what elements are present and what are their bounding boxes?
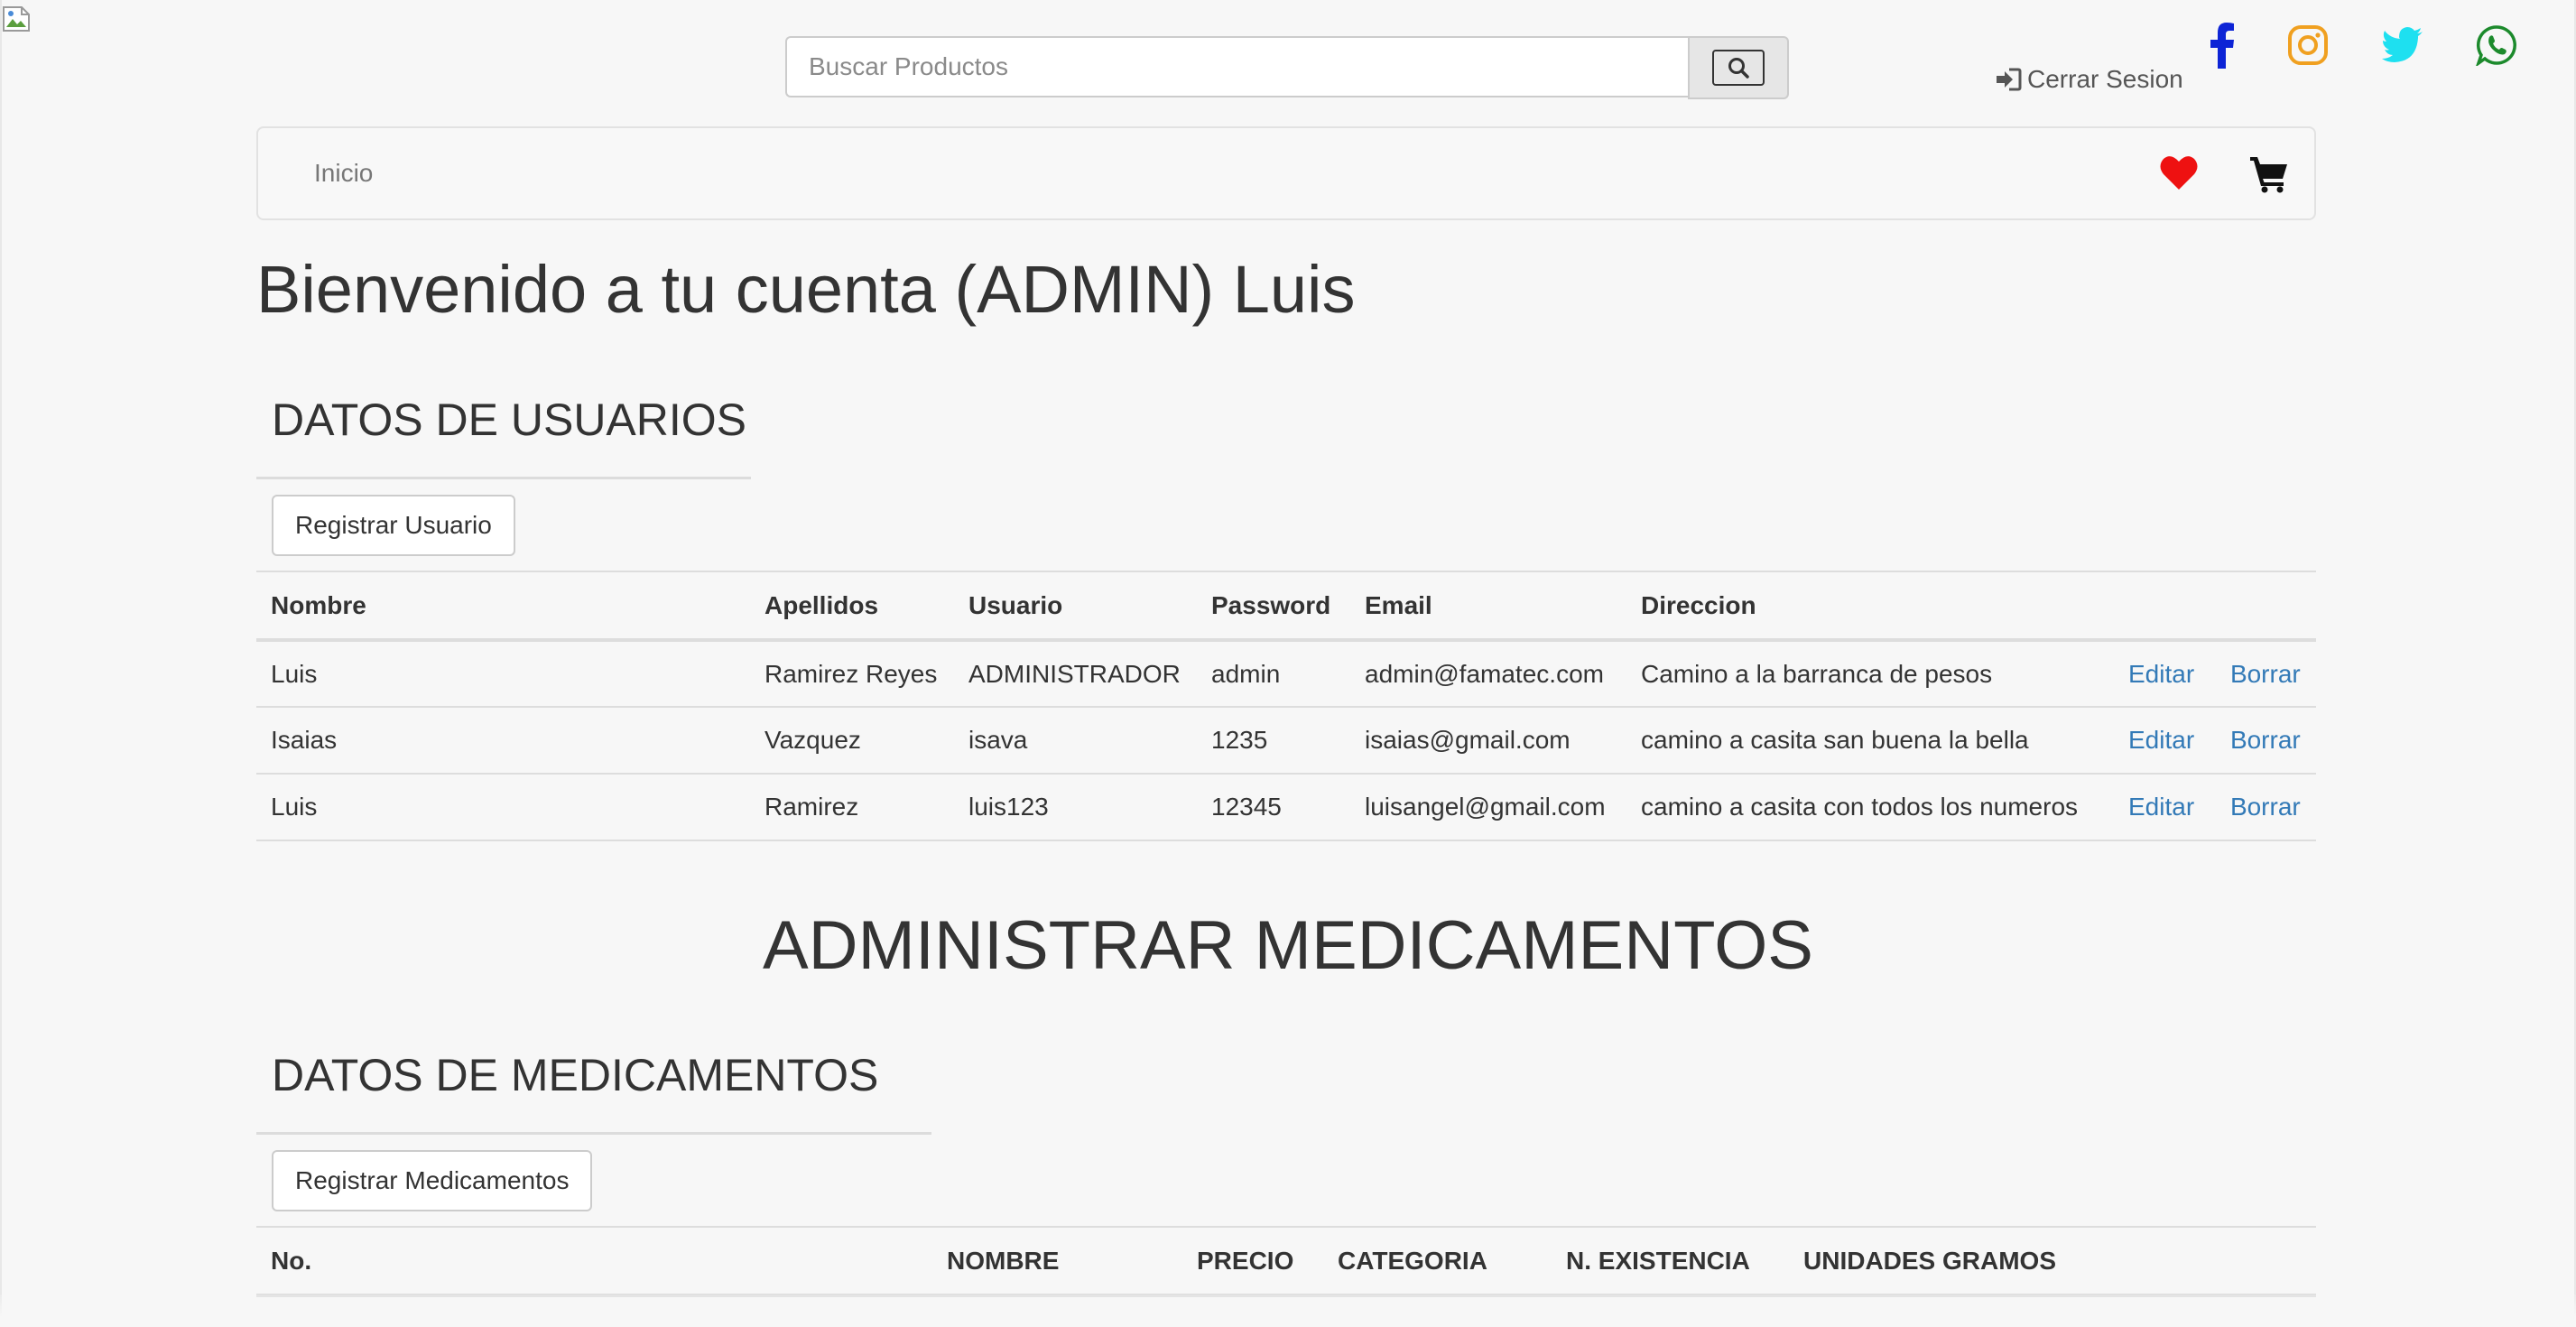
cell-usuario: luis123 bbox=[954, 774, 1197, 841]
col-header-apellidos: Apellidos bbox=[750, 571, 954, 642]
heart-icon[interactable] bbox=[2159, 153, 2199, 191]
delete-link[interactable]: Borrar bbox=[2230, 793, 2301, 821]
table-row: Luis Ramirez Reyes ADMINISTRADOR admin a… bbox=[256, 640, 2316, 708]
register-user-button[interactable]: Registrar Usuario bbox=[272, 495, 515, 556]
col-header-actions bbox=[2114, 571, 2316, 642]
col-header-categoria: CATEGORIA bbox=[1323, 1226, 1552, 1297]
whatsapp-icon[interactable] bbox=[2471, 20, 2522, 70]
meds-title-divider bbox=[256, 1132, 931, 1135]
col-header-precio: PRECIO bbox=[1182, 1226, 1323, 1297]
cell-email: luisangel@gmail.com bbox=[1350, 774, 1626, 841]
table-row: Isaias Vazquez isava 1235 isaias@gmail.c… bbox=[256, 707, 2316, 775]
cell-password: admin bbox=[1197, 640, 1350, 708]
bottom-fade bbox=[0, 1295, 2576, 1327]
search-input[interactable] bbox=[785, 36, 1688, 97]
users-table: Nombre Apellidos Usuario Password Email … bbox=[256, 571, 2316, 841]
cell-usuario: isava bbox=[954, 707, 1197, 775]
col-header-existencia: N. EXISTENCIA bbox=[1552, 1226, 1789, 1297]
cell-nombre: Luis bbox=[256, 774, 750, 841]
col-header-usuario: Usuario bbox=[954, 571, 1197, 642]
col-header-nombre: Nombre bbox=[256, 571, 750, 642]
col-header-direccion: Direccion bbox=[1626, 571, 2114, 642]
instagram-icon[interactable] bbox=[2283, 20, 2333, 70]
table-row: Luis Ramirez luis123 12345 luisangel@gma… bbox=[256, 774, 2316, 841]
delete-link[interactable]: Borrar bbox=[2230, 660, 2301, 688]
admin-meds-heading: ADMINISTRAR MEDICAMENTOS bbox=[762, 907, 1813, 984]
cell-password: 1235 bbox=[1197, 707, 1350, 775]
logout-label: Cerrar Sesion bbox=[2027, 65, 2183, 93]
meds-table-header: No. NOMBRE PRECIO CATEGORIA N. EXISTENCI… bbox=[256, 1226, 2316, 1297]
register-meds-button[interactable]: Registrar Medicamentos bbox=[272, 1150, 593, 1211]
twitter-icon[interactable] bbox=[2377, 20, 2428, 70]
delete-link[interactable]: Borrar bbox=[2230, 726, 2301, 754]
nav-home-link[interactable]: Inicio bbox=[314, 159, 373, 188]
cell-direccion: camino a casita con todos los numeros bbox=[1626, 774, 2114, 841]
cell-apellidos: Ramirez bbox=[750, 774, 954, 841]
cell-apellidos: Ramirez Reyes bbox=[750, 640, 954, 708]
broken-image-icon bbox=[3, 6, 30, 32]
cell-password: 12345 bbox=[1197, 774, 1350, 841]
users-section-title: DATOS DE USUARIOS bbox=[272, 394, 747, 445]
cell-apellidos: Vazquez bbox=[750, 707, 954, 775]
cell-nombre: Luis bbox=[256, 640, 750, 708]
col-header-email: Email bbox=[1350, 571, 1626, 642]
sign-in-icon bbox=[1997, 68, 2022, 91]
cell-direccion: camino a casita san buena la bella bbox=[1626, 707, 2114, 775]
search-group bbox=[785, 36, 1789, 99]
cell-actions: Editar Borrar bbox=[2114, 774, 2316, 841]
users-table-header: Nombre Apellidos Usuario Password Email … bbox=[256, 571, 2316, 642]
cell-email: isaias@gmail.com bbox=[1350, 707, 1626, 775]
col-header-actions bbox=[2102, 1226, 2316, 1297]
facebook-icon[interactable] bbox=[2197, 20, 2247, 70]
cell-email: admin@famatec.com bbox=[1350, 640, 1626, 708]
logout-link[interactable]: Cerrar Sesion bbox=[1995, 65, 2183, 94]
edit-link[interactable]: Editar bbox=[2128, 793, 2194, 821]
meds-section-title: DATOS DE MEDICAMENTOS bbox=[272, 1050, 879, 1100]
search-button[interactable] bbox=[1688, 36, 1789, 99]
cart-icon[interactable] bbox=[2249, 153, 2289, 193]
cell-actions: Editar Borrar bbox=[2114, 640, 2316, 708]
navbar: Inicio bbox=[256, 126, 2316, 220]
cell-direccion: Camino a la barranca de pesos bbox=[1626, 640, 2114, 708]
search-icon bbox=[1712, 50, 1765, 86]
col-header-password: Password bbox=[1197, 571, 1350, 642]
users-title-divider bbox=[256, 477, 751, 479]
page-title: Bienvenido a tu cuenta (ADMIN) Luis bbox=[256, 252, 1356, 327]
col-header-no: No. bbox=[256, 1226, 932, 1297]
cell-nombre: Isaias bbox=[256, 707, 750, 775]
col-header-unidades: UNIDADES GRAMOS bbox=[1789, 1226, 2102, 1297]
edit-link[interactable]: Editar bbox=[2128, 726, 2194, 754]
meds-table: No. NOMBRE PRECIO CATEGORIA N. EXISTENCI… bbox=[256, 1226, 2316, 1297]
edit-link[interactable]: Editar bbox=[2128, 660, 2194, 688]
cell-usuario: ADMINISTRADOR bbox=[954, 640, 1197, 708]
col-header-nombre: NOMBRE bbox=[932, 1226, 1182, 1297]
cell-actions: Editar Borrar bbox=[2114, 707, 2316, 775]
